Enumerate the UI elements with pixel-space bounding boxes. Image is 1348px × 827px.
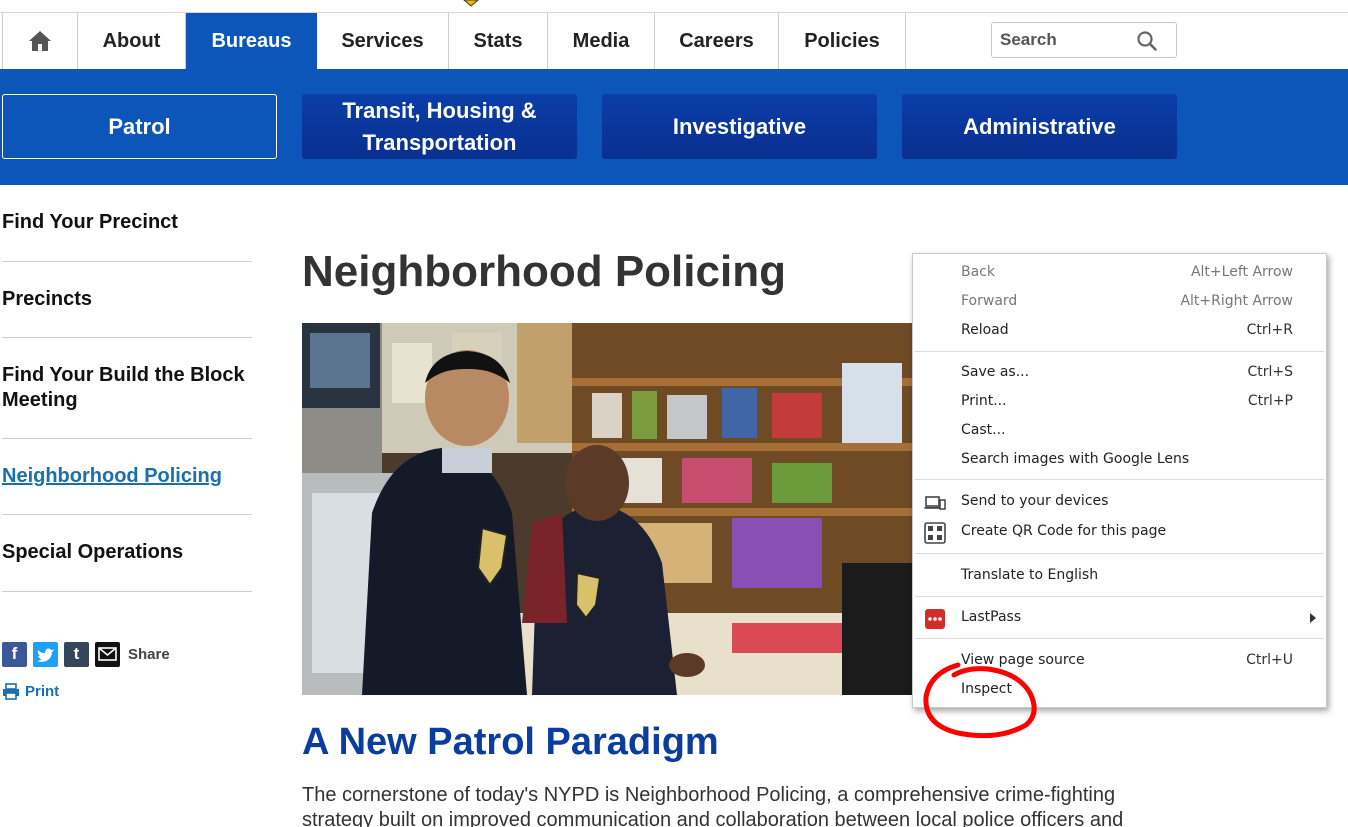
search-input[interactable] xyxy=(1000,29,1130,51)
divider xyxy=(2,591,252,592)
menu-item-translate[interactable]: Translate to English xyxy=(913,562,1326,591)
officers-store-photo xyxy=(302,323,924,695)
nav-stats[interactable]: Stats xyxy=(449,13,548,69)
divider xyxy=(2,514,252,515)
menu-item-lastpass[interactable]: LastPass xyxy=(913,604,1326,633)
divider xyxy=(2,438,252,439)
menu-separator xyxy=(915,596,1324,597)
search-icon[interactable] xyxy=(1136,30,1158,52)
nav-media[interactable]: Media xyxy=(548,13,655,69)
sidebar-item-build-the-block[interactable]: Find Your Build the Block Meeting xyxy=(2,363,252,413)
facebook-icon[interactable]: f xyxy=(2,641,27,667)
print-link[interactable]: Print xyxy=(2,683,59,700)
nav-about[interactable]: About xyxy=(78,13,186,69)
menu-item-label: Cast... xyxy=(961,422,1006,438)
menu-item-label: Save as... xyxy=(961,364,1030,380)
sidebar-item-find-precinct[interactable]: Find Your Precinct xyxy=(2,210,252,235)
main-nav: About Bureaus Services Stats Media Caree… xyxy=(0,13,1348,69)
menu-item-label: Reload xyxy=(961,322,1009,338)
menu-item-back[interactable]: Back Alt+Left Arrow xyxy=(913,259,1326,288)
sidebar-item-precincts[interactable]: Precincts xyxy=(2,287,252,312)
bureau-subnav: Patrol Transit, Housing & Transportation… xyxy=(0,69,1348,185)
subnav-patrol[interactable]: Patrol xyxy=(2,94,277,159)
menu-item-label: Print... xyxy=(961,393,1007,409)
menu-item-shortcut: Alt+Right Arrow xyxy=(1180,293,1293,309)
home-icon xyxy=(29,31,51,51)
divider xyxy=(2,261,252,262)
menu-separator xyxy=(915,479,1324,480)
devices-icon xyxy=(924,496,946,510)
menu-item-view-source[interactable]: View page source Ctrl+U xyxy=(913,647,1326,676)
menu-item-save-as[interactable]: Save as... Ctrl+S xyxy=(913,359,1326,388)
divider xyxy=(2,337,252,338)
share-row: f t Share xyxy=(2,641,170,667)
logo-fragment xyxy=(463,0,479,7)
menu-separator xyxy=(915,638,1324,639)
menu-item-shortcut: Ctrl+R xyxy=(1246,322,1293,338)
lastpass-icon xyxy=(925,609,945,629)
menu-item-print[interactable]: Print... Ctrl+P xyxy=(913,388,1326,417)
menu-item-label: Translate to English xyxy=(961,567,1099,583)
top-strip xyxy=(0,0,1348,13)
search-box xyxy=(991,22,1177,58)
subnav-administrative[interactable]: Administrative xyxy=(902,94,1177,159)
menu-item-label: Search images with Google Lens xyxy=(961,451,1190,467)
sidebar-item-neighborhood-policing[interactable]: Neighborhood Policing xyxy=(2,464,252,489)
menu-separator xyxy=(915,351,1324,352)
menu-item-label: Inspect xyxy=(961,681,1012,697)
menu-item-label: Send to your devices xyxy=(961,493,1109,509)
tumblr-icon[interactable]: t xyxy=(64,641,89,667)
menu-item-label: Forward xyxy=(961,293,1018,309)
context-menu: Back Alt+Left Arrow Forward Alt+Right Ar… xyxy=(912,253,1327,708)
menu-item-inspect[interactable]: Inspect xyxy=(913,676,1326,705)
menu-item-send-to-devices[interactable]: Send to your devices xyxy=(913,488,1326,517)
section-title: A New Patrol Paradigm xyxy=(302,721,719,763)
menu-item-label: Create QR Code for this page xyxy=(961,523,1167,539)
twitter-icon[interactable] xyxy=(33,641,58,667)
nav-bureaus[interactable]: Bureaus xyxy=(186,13,317,69)
nav-home-button[interactable] xyxy=(2,13,78,69)
menu-item-google-lens[interactable]: Search images with Google Lens xyxy=(913,446,1326,475)
menu-separator xyxy=(915,553,1324,554)
menu-item-reload[interactable]: Reload Ctrl+R xyxy=(913,317,1326,346)
qr-code-icon xyxy=(924,522,946,544)
print-label: Print xyxy=(25,683,60,700)
menu-item-shortcut: Ctrl+P xyxy=(1247,393,1293,409)
page-title: Neighborhood Policing xyxy=(302,247,786,296)
printer-icon xyxy=(3,683,19,700)
submenu-arrow-icon xyxy=(1310,613,1316,623)
menu-item-shortcut: Alt+Left Arrow xyxy=(1190,264,1293,280)
menu-item-forward[interactable]: Forward Alt+Right Arrow xyxy=(913,288,1326,317)
subnav-investigative[interactable]: Investigative xyxy=(602,94,877,159)
nav-careers[interactable]: Careers xyxy=(655,13,779,69)
menu-item-qr-code[interactable]: Create QR Code for this page xyxy=(913,518,1326,547)
menu-item-label: View page source xyxy=(961,652,1085,668)
menu-item-shortcut: Ctrl+S xyxy=(1247,364,1293,380)
nav-policies[interactable]: Policies xyxy=(779,13,906,69)
nav-services[interactable]: Services xyxy=(317,13,449,69)
sidebar-item-special-operations[interactable]: Special Operations xyxy=(2,540,252,565)
menu-item-label: LastPass xyxy=(961,609,1022,625)
share-label[interactable]: Share xyxy=(128,646,170,663)
body-paragraph: The cornerstone of today's NYPD is Neigh… xyxy=(302,784,1124,827)
menu-item-cast[interactable]: Cast... xyxy=(913,417,1326,446)
subnav-transit-housing[interactable]: Transit, Housing & Transportation xyxy=(302,94,577,159)
email-icon[interactable] xyxy=(95,641,120,667)
menu-item-label: Back xyxy=(961,264,995,280)
menu-item-shortcut: Ctrl+U xyxy=(1246,652,1293,668)
